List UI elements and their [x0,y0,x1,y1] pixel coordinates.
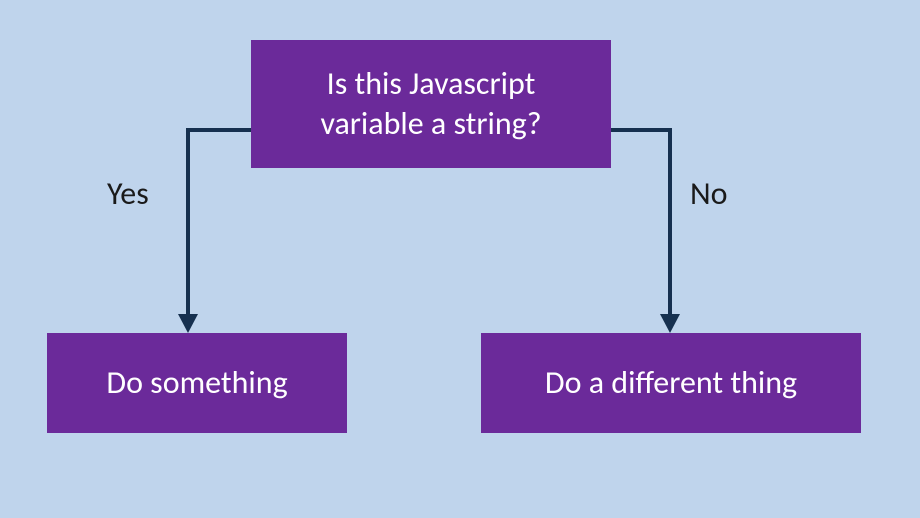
arrow-no [0,0,920,518]
